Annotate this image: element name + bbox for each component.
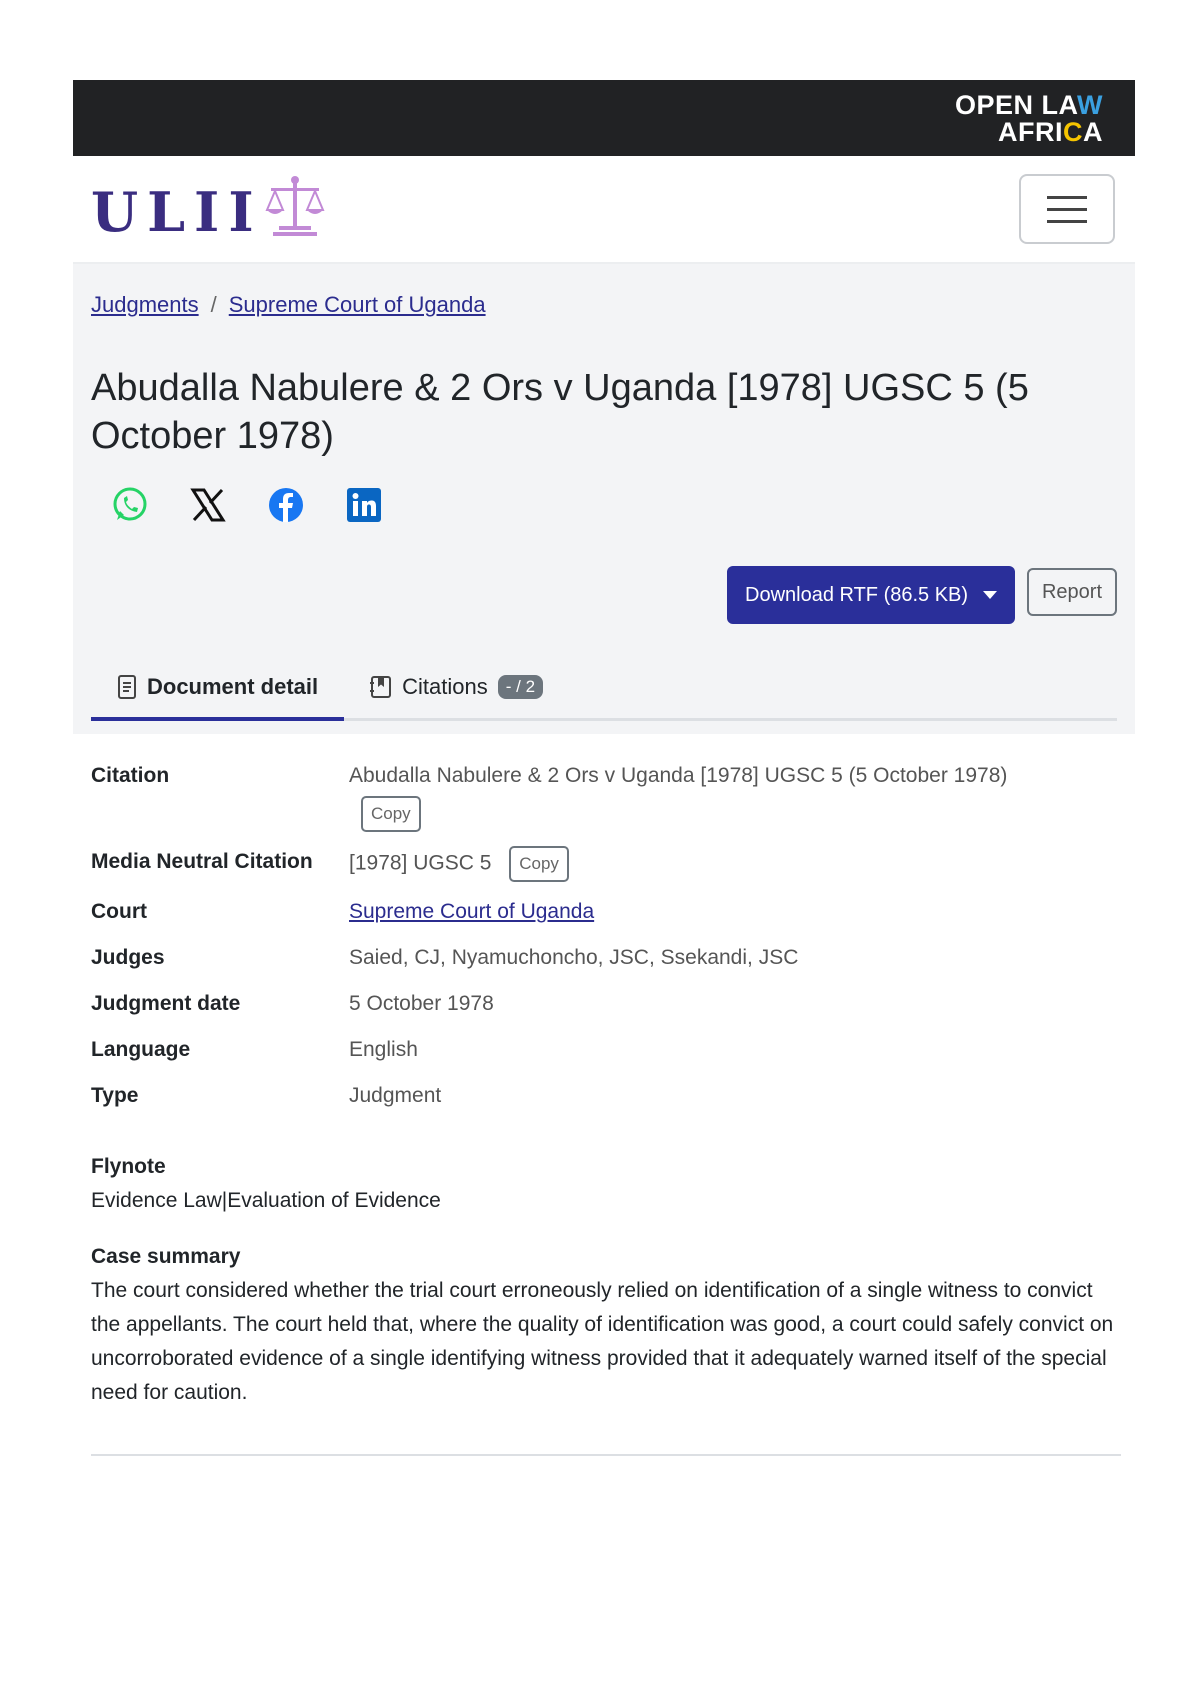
top-bar: OPEN LAW AFRICA bbox=[73, 80, 1135, 156]
menu-toggle-button[interactable] bbox=[1019, 174, 1115, 244]
whatsapp-icon[interactable] bbox=[111, 486, 149, 524]
document-details: Citation Abudalla Nabulere & 2 Ors v Uga… bbox=[91, 760, 1121, 1410]
document-header: Judgments / Supreme Court of Uganda Abudal… bbox=[73, 264, 1135, 734]
mnc-text: [1978] UGSC 5 bbox=[349, 851, 492, 875]
document-actions: Download RTF (86.5 KB) Report bbox=[727, 566, 1117, 624]
detail-value: Saied, CJ, Nyamuchoncho, JSC, Ssekandi, … bbox=[349, 946, 799, 969]
detail-value: 5 October 1978 bbox=[349, 992, 494, 1015]
detail-label: Media Neutral Citation bbox=[91, 850, 313, 873]
case-summary-body: The court considered whether the trial c… bbox=[91, 1279, 1114, 1404]
logo-text-part: AFRI bbox=[998, 117, 1063, 147]
page-title: Abudalla Nabulere & 2 Ors v Uganda [1978… bbox=[91, 367, 1029, 457]
document-tabs: Document detail Citations - / 2 bbox=[91, 656, 1117, 721]
detail-label: Citation bbox=[91, 764, 170, 787]
flynote-heading: Flynote bbox=[91, 1155, 166, 1178]
download-rtf-button[interactable]: Download RTF (86.5 KB) bbox=[727, 566, 1015, 624]
open-law-africa-logo[interactable]: OPEN LAW AFRICA bbox=[955, 92, 1103, 146]
logo-text-part: OPEN LA bbox=[954, 90, 1078, 120]
divider bbox=[91, 1454, 1121, 1456]
hamburger-icon-bar bbox=[1047, 219, 1087, 223]
navbar: ULII bbox=[73, 156, 1135, 264]
breadcrumb-court-link[interactable]: Supreme Court of Uganda bbox=[229, 292, 486, 317]
case-summary-section: Case summary The court considered whethe… bbox=[91, 1240, 1121, 1410]
detail-value: Abudalla Nabulere & 2 Ors v Uganda [1978… bbox=[349, 760, 1007, 832]
citations-count-badge: - / 2 bbox=[497, 675, 544, 699]
detail-label: Type bbox=[91, 1084, 139, 1107]
detail-row-type: Type Judgment bbox=[91, 1080, 1121, 1112]
detail-row-citation: Citation Abudalla Nabulere & 2 Ors v Uga… bbox=[91, 760, 1121, 832]
detail-value: Judgment bbox=[349, 1084, 442, 1107]
detail-value: Supreme Court of Uganda bbox=[349, 896, 594, 928]
logo-text-part: W bbox=[1077, 90, 1103, 120]
scales-icon bbox=[265, 176, 325, 236]
tab-label: Citations bbox=[402, 674, 488, 699]
detail-value: English bbox=[349, 1038, 418, 1061]
tab-label: Document detail bbox=[147, 674, 319, 699]
detail-label: Judgment date bbox=[91, 992, 241, 1015]
brand-text: ULII bbox=[91, 180, 263, 244]
bookmark-icon bbox=[370, 676, 392, 698]
ulii-logo[interactable]: ULII bbox=[91, 176, 325, 242]
detail-row-court: Court Supreme Court of Uganda bbox=[91, 896, 1121, 928]
tab-document-detail[interactable]: Document detail bbox=[91, 656, 345, 721]
detail-row-date: Judgment date 5 October 1978 bbox=[91, 988, 1121, 1020]
detail-label: Court bbox=[91, 900, 147, 923]
breadcrumb: Judgments / Supreme Court of Uganda bbox=[91, 292, 486, 318]
court-link[interactable]: Supreme Court of Uganda bbox=[349, 900, 594, 923]
flynote-body: Evidence Law|Evaluation of Evidence bbox=[91, 1189, 441, 1212]
citation-text: Abudalla Nabulere & 2 Ors v Uganda [1978… bbox=[349, 764, 1008, 787]
copy-citation-button[interactable]: Copy bbox=[361, 796, 421, 832]
page: OPEN LAW AFRICA ULII Judgments / Supreme… bbox=[73, 80, 1135, 734]
hamburger-icon-bar bbox=[1047, 195, 1087, 199]
logo-text-part: C bbox=[1063, 117, 1083, 147]
linkedin-icon[interactable] bbox=[345, 486, 383, 524]
detail-label: Language bbox=[91, 1038, 191, 1061]
x-icon[interactable] bbox=[189, 486, 227, 524]
detail-value: [1978] UGSC 5 Copy bbox=[349, 846, 569, 882]
detail-row-judges: Judges Saied, CJ, Nyamuchoncho, JSC, Sse… bbox=[91, 942, 1121, 974]
report-button[interactable]: Report bbox=[1027, 568, 1117, 616]
logo-line2: AFRICA bbox=[955, 119, 1103, 146]
chevron-down-icon[interactable] bbox=[983, 591, 997, 599]
detail-row-language: Language English bbox=[91, 1034, 1121, 1066]
share-buttons bbox=[111, 486, 383, 524]
detail-label: Judges bbox=[91, 946, 165, 969]
logo-line1: OPEN LAW bbox=[955, 90, 1103, 120]
breadcrumb-separator: / bbox=[210, 292, 217, 317]
case-summary-heading: Case summary bbox=[91, 1245, 241, 1268]
copy-wrapper: Copy bbox=[349, 796, 1007, 832]
detail-row-mnc: Media Neutral Citation [1978] UGSC 5 Cop… bbox=[91, 846, 1121, 882]
logo-text-part: A bbox=[1083, 117, 1103, 147]
download-label: Download RTF (86.5 KB) bbox=[745, 583, 969, 606]
facebook-icon[interactable] bbox=[267, 486, 305, 524]
document-icon bbox=[118, 675, 136, 699]
flynote-section: Flynote Evidence Law|Evaluation of Evide… bbox=[91, 1150, 1121, 1218]
hamburger-icon-bar bbox=[1047, 207, 1087, 211]
tab-citations[interactable]: Citations - / 2 bbox=[344, 656, 569, 718]
breadcrumb-judgments-link[interactable]: Judgments bbox=[91, 292, 199, 317]
copy-mnc-button[interactable]: Copy bbox=[509, 846, 569, 882]
